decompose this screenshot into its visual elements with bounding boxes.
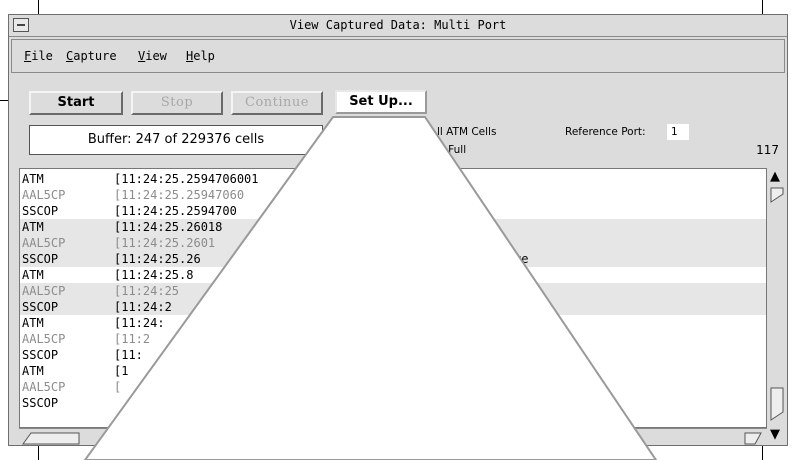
- continue-button[interactable]: Continue: [231, 91, 323, 115]
- menu-file[interactable]: File: [24, 49, 53, 63]
- list-item[interactable]: SSCOP [11:24:25.2594700: [20, 203, 766, 219]
- list-item[interactable]: ATM [11:24:25.2594706001: [20, 171, 766, 187]
- menu-help[interactable]: Help: [186, 49, 215, 63]
- list-item[interactable]: SSCOP [11:24:2: [20, 299, 766, 315]
- list-item[interactable]: AAL5CP [11:24:25: [20, 283, 766, 299]
- scroll-thumb-top[interactable]: [770, 186, 784, 204]
- scroll-down-icon[interactable]: ▼: [770, 428, 780, 441]
- setup-button[interactable]: Set Up...: [335, 90, 427, 114]
- list-item[interactable]: ATM [11:24:: [20, 315, 766, 331]
- menu-capture[interactable]: Capture: [66, 49, 117, 63]
- annotation-tick: [762, 0, 763, 14]
- list-item[interactable]: SSCOP: [20, 395, 766, 411]
- menu-view[interactable]: View: [138, 49, 167, 63]
- scroll-up-icon[interactable]: ▲: [770, 170, 780, 183]
- scroll-thumb-bottom[interactable]: [770, 386, 784, 422]
- hscroll-thumb-right[interactable]: [743, 431, 763, 445]
- reference-port-label: Reference Port:: [565, 126, 646, 138]
- annotation-tick: [38, 446, 39, 460]
- cell-count: 117: [756, 143, 779, 157]
- list-item[interactable]: SSCOP [11:: [20, 347, 766, 363]
- list-item[interactable]: SSCOP [11:24:25.26 re: [20, 251, 766, 267]
- buffer-status: Buffer: 247 of 229376 cells: [29, 125, 323, 155]
- list-item[interactable]: AAL5CP [11:2: [20, 331, 766, 347]
- list-item[interactable]: AAL5CP [11:24:25.25947060: [20, 187, 766, 203]
- annotation-tick: [762, 446, 763, 460]
- list-item[interactable]: ATM [11:24:25.26018: [20, 219, 766, 235]
- title-bar: View Captured Data: Multi Port: [9, 15, 787, 37]
- annotation-tick: [38, 0, 39, 14]
- menu-bar: File Capture View Help: [11, 39, 785, 73]
- row-note: re: [514, 252, 529, 266]
- horizontal-scrollbar[interactable]: [19, 428, 767, 445]
- list-item[interactable]: AAL5CP [11:24:25.2601: [20, 235, 766, 251]
- list-item[interactable]: ATM [1: [20, 363, 766, 379]
- list-item[interactable]: AAL5CP[: [20, 379, 766, 395]
- window-title: View Captured Data: Multi Port: [289, 18, 507, 32]
- main-window: View Captured Data: Multi Port File Capt…: [8, 14, 788, 446]
- reference-port-value: 1: [667, 124, 689, 140]
- toolbar: Start Stop Continue Set Up... Buffer: 24…: [11, 73, 785, 167]
- list-item[interactable]: ATM [11:24:25.8: [20, 267, 766, 283]
- stop-condition-label: il Full: [439, 144, 467, 156]
- filter-label: ll ATM Cells: [437, 126, 497, 138]
- start-button[interactable]: Start: [29, 91, 123, 115]
- captured-data-list[interactable]: ATM [11:24:25.2594706001 AAL5CP [11:24:25.…: [19, 168, 767, 428]
- hscroll-thumb-left[interactable]: [21, 431, 81, 445]
- vertical-scrollbar[interactable]: ▲ ▼: [767, 168, 787, 445]
- stop-button[interactable]: Stop: [131, 91, 223, 115]
